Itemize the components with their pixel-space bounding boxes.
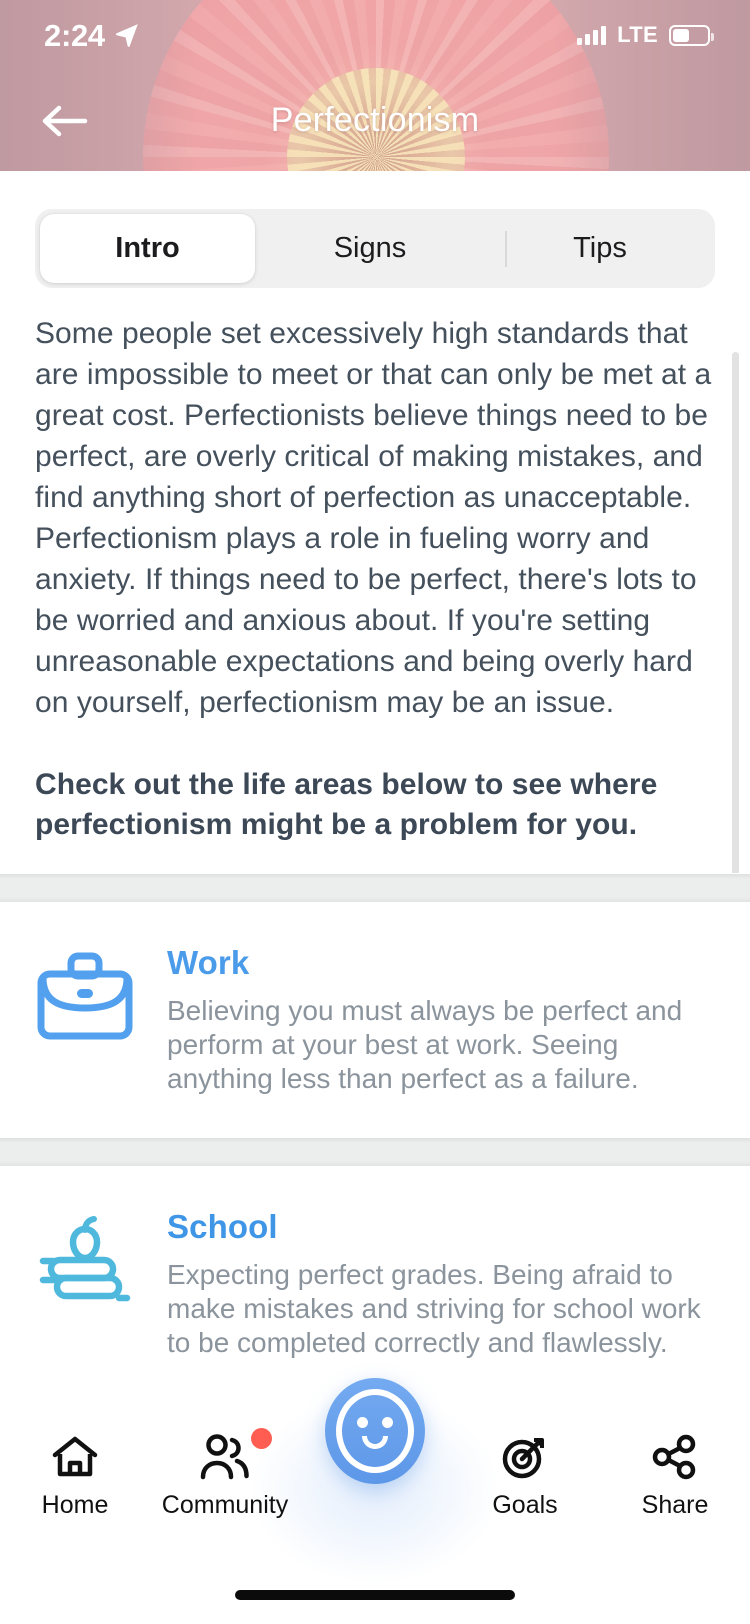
back-button[interactable] [30,86,100,156]
tab-divider [505,231,507,267]
work-title: Work [167,944,250,981]
school-text: School Expecting perfect grades. Being a… [167,1208,715,1406]
status-bar-right: LTE [577,22,714,48]
school-title: School [167,1208,278,1245]
people-icon [200,1434,249,1480]
school-icon-wrap [35,1208,167,1406]
smiley-mouth [362,1436,388,1449]
header-nav-row: Perfectionism [0,70,750,171]
intro-paragraph: Some people set excessively high standar… [35,317,712,719]
section-gap-2 [0,1138,750,1166]
tab-signs[interactable]: Signs [255,234,485,263]
mood-check-in-button[interactable] [325,1378,425,1484]
intro-card: Intro Signs Tips Some people set excessi… [0,171,750,874]
network-label: LTE [617,22,658,47]
nav-item-goals[interactable]: Goals [450,1410,600,1518]
life-area-card-school[interactable]: School Expecting perfect grades. Being a… [0,1166,750,1406]
smiley-eye-left [357,1417,368,1428]
section-gap-1 [0,874,750,902]
status-time: 2:24 [44,17,105,53]
nav-label-goals: Goals [492,1491,558,1519]
home-indicator[interactable] [235,1590,515,1600]
intro-scroll-region[interactable]: Some people set excessively high standar… [0,313,750,873]
tab-intro[interactable]: Intro [40,214,255,283]
battery-icon [669,24,714,46]
community-notification-badge [251,1428,272,1449]
nav-label-share: Share [641,1491,709,1519]
smiley-face-icon [336,1389,414,1473]
cellular-signal-icon [577,25,607,45]
work-text: Work Believing you must always be perfec… [167,944,715,1138]
work-icon-wrap [35,944,167,1138]
nav-label-home: Home [41,1491,109,1519]
books-apple-icon [39,1216,131,1302]
smiley-eye-right [382,1417,393,1428]
app-screen: 2:24 LTE Perfectionism Intro Signs Tips … [0,0,750,1624]
target-icon [502,1438,544,1479]
status-bar: 2:24 LTE [0,0,750,70]
life-area-card-work[interactable]: Work Believing you must always be perfec… [0,902,750,1138]
location-arrow-icon [115,24,138,47]
share-nodes-icon [652,1434,696,1480]
tab-tips[interactable]: Tips [485,234,715,263]
bottom-nav-items: Home Community Goals Share [0,1378,750,1550]
nav-label-community: Community [161,1491,289,1519]
tab-bar: Intro Signs Tips [35,209,715,288]
work-description: Believing you must always be perfect and… [167,995,683,1094]
home-icon [52,1436,98,1477]
nav-item-share[interactable]: Share [600,1410,750,1518]
intro-callout: Check out the life areas below to see wh… [35,768,658,841]
bottom-navigation-bar: Home Community Goals Share [0,1378,750,1624]
vertical-scrollbar[interactable] [732,352,739,873]
page-header: 2:24 LTE Perfectionism [0,0,750,171]
nav-item-home[interactable]: Home [0,1410,150,1518]
briefcase-icon [37,952,133,1040]
school-description: Expecting perfect grades. Being afraid t… [167,1259,701,1358]
nav-item-community[interactable]: Community [150,1410,300,1518]
back-arrow-icon [42,105,88,136]
status-bar-left: 2:24 [44,20,140,51]
page-title: Perfectionism [270,101,480,139]
intro-text: Some people set excessively high standar… [0,313,750,845]
